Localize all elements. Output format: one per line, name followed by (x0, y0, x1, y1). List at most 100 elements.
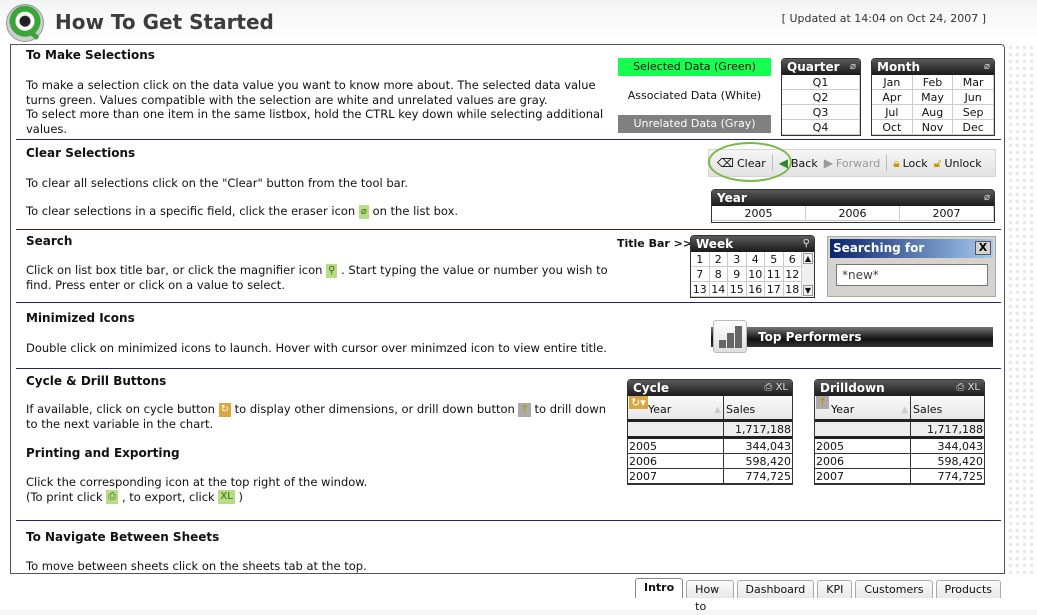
listbox-value[interactable]: 1 (691, 252, 710, 267)
column-header-sales[interactable]: Sales (911, 396, 984, 419)
export-xl-icon[interactable]: XL (968, 382, 980, 393)
column-header-sales[interactable]: Sales (724, 396, 792, 419)
listbox-value[interactable]: 17 (765, 282, 784, 297)
listbox-value[interactable]: Nov (912, 120, 954, 135)
listbox-value[interactable]: 15 (728, 282, 747, 297)
text-line: To select more than one item in the same… (26, 107, 604, 136)
listbox-value[interactable]: 10 (746, 267, 765, 282)
eraser-icon[interactable]: ⌀ (984, 59, 990, 75)
listbox-value[interactable]: 12 (783, 267, 802, 282)
column-header-year[interactable]: ↑ Year ▲ (815, 396, 911, 419)
eraser-icon[interactable]: ⌀ (850, 59, 856, 75)
tab-dashboard[interactable]: Dashboard (736, 580, 815, 598)
listbox-value[interactable]: 7 (691, 267, 710, 282)
bar-chart-icon[interactable] (713, 320, 747, 353)
table-row[interactable]: 2007 774,725 (628, 469, 792, 484)
table-cell[interactable]: 2005 (628, 439, 724, 453)
listbox-value[interactable]: 2 (709, 252, 728, 267)
minimized-top-performers[interactable]: Top Performers (711, 327, 993, 347)
section-title: Search (26, 234, 73, 248)
listbox-value[interactable]: May (912, 90, 954, 105)
listbox-value[interactable]: Q1 (782, 75, 860, 90)
listbox-value[interactable]: Feb (912, 75, 954, 90)
table-row[interactable]: 2006 598,420 (815, 454, 984, 469)
listbox-month[interactable]: Month ⌀ Jan Feb Mar Apr May Jun Jul Aug Sep Oct Nov… (871, 58, 995, 136)
listbox-value[interactable]: 14 (709, 282, 728, 297)
tab-customers[interactable]: Customers (855, 580, 933, 598)
listbox-value[interactable]: 16 (746, 282, 765, 297)
table-cell: 1,717,188 (927, 423, 983, 436)
cycle-icon[interactable]: ↻▾ (629, 396, 648, 409)
text-fragment: on the list box. (372, 204, 459, 218)
listbox-value[interactable]: 18 (783, 282, 802, 297)
drilldown-icon[interactable]: ↑ (816, 396, 830, 409)
table-row[interactable]: 2005 344,043 (815, 439, 984, 454)
text-line: (To print click ⎙ , to export, click XL … (26, 490, 616, 504)
column-header-year[interactable]: ↻▾ Year ▲ (628, 396, 724, 419)
listbox-title[interactable]: Quarter ⌀ (782, 59, 860, 75)
table-row[interactable]: 2007 774,725 (815, 469, 984, 484)
highlight-ellipse (708, 142, 792, 182)
section-text: To clear all selections click on the "Cl… (26, 176, 409, 190)
forward-button[interactable]: ▶ Forward (824, 156, 880, 170)
listbox-value[interactable]: Dec (953, 120, 994, 135)
listbox-value[interactable]: Q2 (782, 90, 860, 105)
table-cell[interactable]: 2007 (815, 469, 911, 483)
eraser-icon[interactable]: ⌀ (984, 190, 990, 206)
tab-products[interactable]: Products (935, 580, 1001, 598)
magnifier-icon[interactable]: ⚲ (803, 236, 810, 252)
table-row[interactable]: 2006 598,420 (628, 454, 792, 469)
listbox-values: Jan Feb Mar Apr May Jun Jul Aug Sep Oct Nov Dec (872, 75, 994, 135)
listbox-value[interactable]: 5 (765, 252, 784, 267)
close-button[interactable]: X (975, 241, 991, 255)
listbox-value[interactable]: Jan (872, 75, 913, 90)
table-cell[interactable]: 2006 (628, 454, 724, 468)
listbox-value[interactable]: 3 (728, 252, 747, 267)
listbox-title[interactable]: Year ⌀ (712, 190, 994, 206)
listbox-title[interactable]: Month ⌀ (872, 59, 994, 75)
table-cell[interactable]: 2006 (815, 454, 911, 468)
listbox-value[interactable]: Mar (953, 75, 994, 90)
listbox-value[interactable]: 11 (765, 267, 784, 282)
print-icon[interactable]: ⎙ (764, 382, 772, 393)
table-row[interactable]: 2005 344,043 (628, 439, 792, 454)
tab-how-to[interactable]: How to (686, 580, 734, 613)
listbox-value[interactable]: 13 (691, 282, 710, 297)
section-text: If available, click on cycle button ↻ to… (26, 402, 616, 431)
listbox-value[interactable]: 6 (783, 252, 802, 267)
column-header-text: Sales (913, 403, 943, 416)
listbox-value[interactable]: 9 (728, 267, 747, 282)
table-cell[interactable]: 2007 (628, 469, 724, 483)
tab-intro[interactable]: Intro (635, 578, 684, 598)
listbox-year[interactable]: Year ⌀ 2005 2006 2007 (711, 189, 995, 223)
listbox-value[interactable]: Jul (872, 105, 913, 120)
listbox-title[interactable]: Week ⚲ (691, 236, 814, 252)
tab-kpi[interactable]: KPI (817, 580, 853, 598)
export-xl-icon[interactable]: XL (776, 382, 788, 393)
listbox-value[interactable]: 2005 (712, 206, 806, 221)
unlock-button[interactable]: 🔓︎ Unlock (934, 156, 982, 171)
listbox-value[interactable]: 8 (709, 267, 728, 282)
listbox-value[interactable]: 4 (746, 252, 765, 267)
listbox-value[interactable]: Jun (953, 90, 994, 105)
listbox-value[interactable]: 2007 (900, 206, 994, 221)
table-cell: 598,420 (937, 455, 984, 468)
listbox-quarter[interactable]: Quarter ⌀ Q1 Q2 Q3 Q4 (781, 58, 861, 136)
listbox-value[interactable]: Q3 (782, 105, 860, 120)
listbox-week[interactable]: Week ⚲ 1 2 3 4 5 6 7 8 9 10 11 12 13 14 15 16 17 18 ▲ ▼ (690, 235, 815, 298)
table-cell[interactable]: 2005 (815, 439, 911, 453)
table-cell: 1,717,188 (735, 423, 791, 436)
print-icon[interactable]: ⎙ (956, 382, 964, 393)
listbox-value[interactable]: Aug (912, 105, 954, 120)
listbox-value[interactable]: 2006 (806, 206, 900, 221)
listbox-value[interactable]: Oct (872, 120, 913, 135)
scroll-down-icon[interactable]: ▼ (803, 285, 813, 296)
table-cell: 344,043 (745, 440, 792, 453)
scroll-up-icon[interactable]: ▲ (803, 253, 813, 264)
search-input[interactable] (836, 264, 988, 286)
listbox-value[interactable]: Sep (953, 105, 994, 120)
listbox-value[interactable]: Apr (872, 90, 913, 105)
listbox-value[interactable]: Q4 (782, 120, 860, 135)
lock-button[interactable]: 🔒︎ Lock (893, 156, 927, 171)
listbox-scrollbar[interactable]: ▲ ▼ (802, 252, 814, 297)
